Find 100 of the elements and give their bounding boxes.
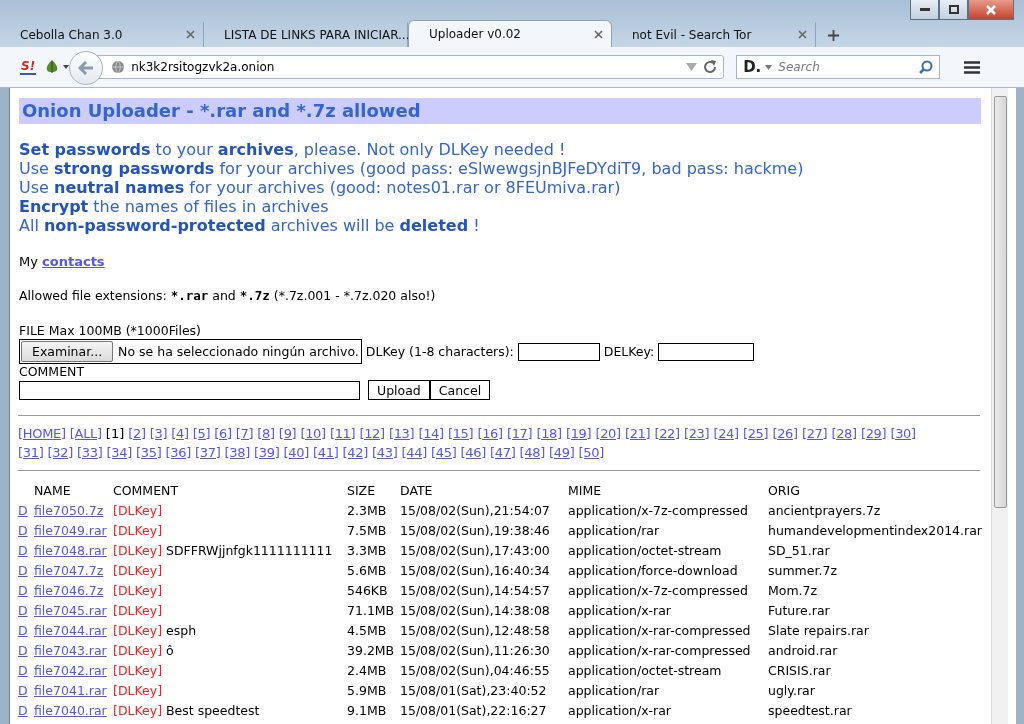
file-link[interactable]: file7044.rar bbox=[34, 621, 113, 641]
page-link[interactable]: [29] bbox=[860, 424, 887, 443]
scrollbar-thumb[interactable] bbox=[994, 96, 1007, 508]
page-link[interactable]: [22] bbox=[654, 424, 680, 443]
page-link[interactable]: [41] bbox=[313, 443, 339, 462]
back-button[interactable] bbox=[69, 51, 104, 85]
page-link[interactable]: [45] bbox=[431, 443, 457, 462]
page-link[interactable]: [39] bbox=[254, 443, 280, 462]
page-link[interactable]: [30] bbox=[890, 424, 916, 443]
page-link[interactable]: [42] bbox=[342, 443, 368, 462]
page-link[interactable]: [5] bbox=[192, 424, 211, 443]
cancel-button[interactable]: Cancel bbox=[429, 380, 491, 400]
page-link[interactable]: [27] bbox=[801, 424, 828, 443]
scrollbar[interactable] bbox=[991, 88, 1008, 724]
search-box[interactable]: D. Search bbox=[736, 55, 941, 79]
page-link[interactable]: [43] bbox=[372, 443, 398, 462]
page-link[interactable]: [7] bbox=[235, 424, 254, 443]
page-link[interactable]: [HOME] bbox=[18, 424, 66, 443]
page-link[interactable]: [3] bbox=[149, 424, 168, 443]
caret-icon[interactable] bbox=[765, 64, 773, 70]
close-icon[interactable] bbox=[594, 29, 603, 39]
browse-button[interactable]: Examinar... bbox=[21, 341, 114, 362]
page-link[interactable]: [44] bbox=[401, 443, 427, 462]
search-icon[interactable] bbox=[919, 60, 934, 74]
download-link[interactable]: D bbox=[18, 521, 34, 541]
page-link[interactable]: [26] bbox=[772, 424, 798, 443]
page-link[interactable]: [24] bbox=[713, 424, 739, 443]
page-link[interactable]: [35] bbox=[136, 443, 162, 462]
page-link[interactable]: [25] bbox=[742, 424, 769, 443]
file-link[interactable]: file7040.rar bbox=[34, 701, 113, 721]
file-link[interactable]: file7042.rar bbox=[34, 661, 113, 681]
file-input[interactable]: Examinar... No se ha seleccionado ningún archivo. bbox=[19, 339, 362, 364]
page-link[interactable]: [19] bbox=[565, 424, 592, 443]
page-link[interactable]: [2] bbox=[128, 424, 146, 443]
page-link[interactable]: [32] bbox=[47, 443, 73, 462]
page-link[interactable]: [23] bbox=[683, 424, 710, 443]
file-link[interactable]: file7049.rar bbox=[34, 521, 113, 541]
page-link[interactable]: [8] bbox=[257, 424, 275, 443]
page-link[interactable]: [50] bbox=[578, 443, 604, 462]
download-link[interactable]: D bbox=[18, 641, 34, 661]
page-link[interactable]: [4] bbox=[171, 424, 189, 443]
new-tab-icon[interactable] bbox=[828, 30, 839, 41]
page-link[interactable]: [33] bbox=[77, 443, 103, 462]
download-link[interactable]: D bbox=[18, 501, 34, 521]
file-link[interactable]: file7041.rar bbox=[34, 681, 113, 701]
upload-button[interactable]: Upload bbox=[368, 380, 430, 400]
download-link[interactable]: D bbox=[18, 561, 34, 581]
page-link[interactable]: [18] bbox=[536, 424, 562, 443]
file-link[interactable]: file7050.7z bbox=[34, 501, 113, 521]
close-button[interactable] bbox=[968, 0, 1014, 20]
download-link[interactable]: D bbox=[18, 701, 34, 721]
page-link[interactable]: [40] bbox=[283, 443, 309, 462]
page-link[interactable]: [13] bbox=[388, 424, 415, 443]
comment-field[interactable] bbox=[19, 380, 360, 400]
download-link[interactable]: D bbox=[18, 541, 34, 561]
page-link[interactable]: [14] bbox=[418, 424, 444, 443]
file-link[interactable]: file7045.rar bbox=[34, 601, 113, 621]
file-link[interactable]: file7047.7z bbox=[34, 561, 113, 581]
download-link[interactable]: D bbox=[18, 621, 34, 641]
file-link[interactable]: file7046.7z bbox=[34, 581, 113, 601]
page-link[interactable]: [38] bbox=[224, 443, 250, 462]
dlkey-field[interactable] bbox=[517, 342, 600, 361]
download-link[interactable]: D bbox=[18, 681, 34, 701]
page-link[interactable]: [11] bbox=[329, 424, 356, 443]
page-link[interactable]: [36] bbox=[165, 443, 191, 462]
delkey-field[interactable] bbox=[658, 342, 755, 361]
page-link[interactable]: [10] bbox=[300, 424, 326, 443]
tab[interactable]: Uploader v0.02 bbox=[408, 20, 612, 47]
maximize-button[interactable] bbox=[939, 0, 968, 20]
close-icon[interactable] bbox=[186, 30, 195, 39]
page-link[interactable]: [47] bbox=[490, 443, 516, 462]
page-link[interactable]: [28] bbox=[831, 424, 857, 443]
noscript-button[interactable]: S! bbox=[20, 59, 37, 75]
page-link[interactable]: [46] bbox=[460, 443, 486, 462]
contacts-link[interactable]: contacts bbox=[42, 254, 105, 269]
page-link[interactable]: [49] bbox=[549, 443, 575, 462]
page-link[interactable]: [6] bbox=[214, 424, 232, 443]
close-icon[interactable] bbox=[798, 30, 807, 39]
page-link[interactable]: [12] bbox=[359, 424, 385, 443]
page-link[interactable]: [9] bbox=[278, 424, 297, 443]
page-link[interactable]: [21] bbox=[624, 424, 651, 443]
menu-icon[interactable] bbox=[964, 60, 981, 74]
search-engine-logo[interactable]: D. bbox=[743, 58, 762, 76]
download-link[interactable]: D bbox=[18, 581, 34, 601]
page-link[interactable]: [37] bbox=[195, 443, 221, 462]
page-link[interactable]: [20] bbox=[595, 424, 621, 443]
file-link[interactable]: file7043.rar bbox=[34, 641, 113, 661]
page-link[interactable]: [48] bbox=[519, 443, 545, 462]
page-link[interactable]: [15] bbox=[447, 424, 474, 443]
download-link[interactable]: D bbox=[18, 661, 34, 681]
page-link[interactable]: [1] bbox=[105, 424, 125, 443]
page-link[interactable]: [34] bbox=[106, 443, 132, 462]
page-link[interactable]: [17] bbox=[506, 424, 533, 443]
reload-icon[interactable] bbox=[703, 60, 718, 74]
download-link[interactable]: D bbox=[18, 601, 34, 621]
page-link[interactable]: [ALL] bbox=[69, 424, 102, 443]
page-link[interactable]: [31] bbox=[18, 443, 44, 462]
page-link[interactable]: [16] bbox=[477, 424, 503, 443]
file-link[interactable]: file7048.rar bbox=[34, 541, 113, 561]
minimize-button[interactable] bbox=[910, 0, 939, 20]
